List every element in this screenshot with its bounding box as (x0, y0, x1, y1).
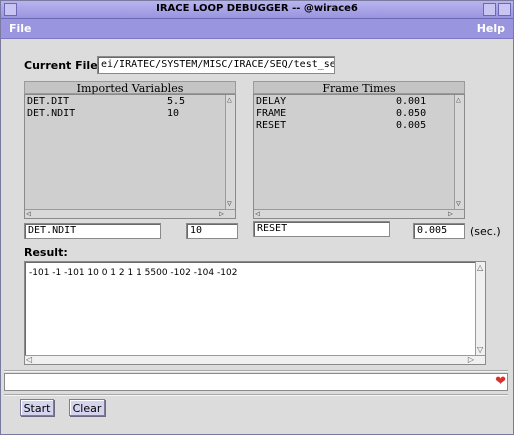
window-title: IRACE LOOP DEBUGGER -- @wirace6 (156, 3, 358, 14)
variable-name: DET.NDIT (27, 108, 76, 119)
frame-time-name-field[interactable]: RESET (253, 221, 390, 237)
result-textarea[interactable]: -101 -1 -101 10 0 1 2 1 1 5500 -102 -104… (24, 261, 486, 365)
list-item[interactable]: DET.NDIT 10 (27, 108, 223, 120)
separator (4, 370, 508, 372)
scroll-right-icon[interactable]: ▷ (468, 356, 474, 364)
list-item[interactable]: RESET 0.005 (256, 120, 452, 132)
scroll-left-icon[interactable]: ◁ (26, 356, 32, 364)
scroll-right-icon[interactable]: ▷ (448, 210, 453, 218)
list-item[interactable]: FRAME 0.050 (256, 108, 452, 120)
frame-time-value-field[interactable]: 0.005 (413, 223, 465, 239)
list-item[interactable]: DET.DIT 5.5 (27, 96, 223, 108)
scroll-up-icon[interactable]: △ (477, 264, 483, 272)
scroll-down-icon[interactable]: ▽ (456, 200, 461, 208)
scroll-right-icon[interactable]: ▷ (219, 210, 224, 218)
imported-variables-list[interactable]: DET.DIT 5.5 DET.NDIT 10 △ ▽ ◁ ▷ (24, 94, 236, 219)
vertical-scrollbar[interactable]: △ ▽ (475, 262, 485, 355)
current-file-label: Current File : (24, 59, 106, 72)
scroll-down-icon[interactable]: ▽ (477, 346, 483, 354)
debugger-window: IRACE LOOP DEBUGGER -- @wirace6 File Hel… (0, 0, 514, 435)
imported-variables-header: Imported Variables (24, 81, 236, 95)
heart-icon: ❤ (495, 374, 506, 389)
clear-button[interactable]: Clear (69, 399, 105, 416)
scroll-left-icon[interactable]: ◁ (26, 210, 31, 218)
frame-time-name: RESET (256, 120, 287, 131)
scroll-down-icon[interactable]: ▽ (227, 200, 232, 208)
horizontal-scrollbar[interactable]: ◁ ▷ (25, 209, 235, 218)
result-label: Result: (24, 246, 68, 259)
maximize-button[interactable] (498, 3, 511, 16)
start-button[interactable]: Start (20, 399, 54, 416)
frame-time-value: 0.001 (396, 96, 427, 107)
variable-name-field[interactable]: DET.NDIT (24, 223, 161, 239)
menu-bar: File Help (1, 19, 513, 39)
horizontal-scrollbar[interactable]: ◁ ▷ (25, 355, 485, 364)
title-bar: IRACE LOOP DEBUGGER -- @wirace6 (1, 1, 513, 19)
variable-value-field[interactable]: 10 (186, 223, 238, 239)
unit-label: (sec.) (470, 225, 501, 238)
result-text: -101 -1 -101 10 0 1 2 1 1 5500 -102 -104… (29, 268, 238, 278)
variable-value: 10 (167, 108, 180, 119)
scroll-left-icon[interactable]: ◁ (255, 210, 260, 218)
vertical-scrollbar[interactable]: △ ▽ (225, 95, 235, 209)
scroll-up-icon[interactable]: △ (456, 96, 461, 104)
frame-times-list[interactable]: DELAY 0.001 FRAME 0.050 RESET 0.005 △ ▽ … (253, 94, 465, 219)
frame-time-value: 0.005 (396, 120, 427, 131)
variable-name: DET.DIT (27, 96, 70, 107)
frame-time-name: FRAME (256, 108, 287, 119)
separator (4, 394, 508, 396)
status-bar: ❤ (4, 373, 508, 391)
menu-file[interactable]: File (9, 22, 32, 35)
menu-help[interactable]: Help (477, 22, 505, 35)
frame-times-header: Frame Times (253, 81, 465, 95)
variable-value: 5.5 (167, 96, 186, 107)
current-file-field[interactable]: ei/IRATEC/SYSTEM/MISC/IRACE/SEQ/test_seq (97, 56, 335, 74)
vertical-scrollbar[interactable]: △ ▽ (454, 95, 464, 209)
horizontal-scrollbar[interactable]: ◁ ▷ (254, 209, 464, 218)
frame-time-value: 0.050 (396, 108, 427, 119)
minimize-button[interactable] (483, 3, 496, 16)
list-item[interactable]: DELAY 0.001 (256, 96, 452, 108)
frame-time-name: DELAY (256, 96, 287, 107)
scroll-up-icon[interactable]: △ (227, 96, 232, 104)
